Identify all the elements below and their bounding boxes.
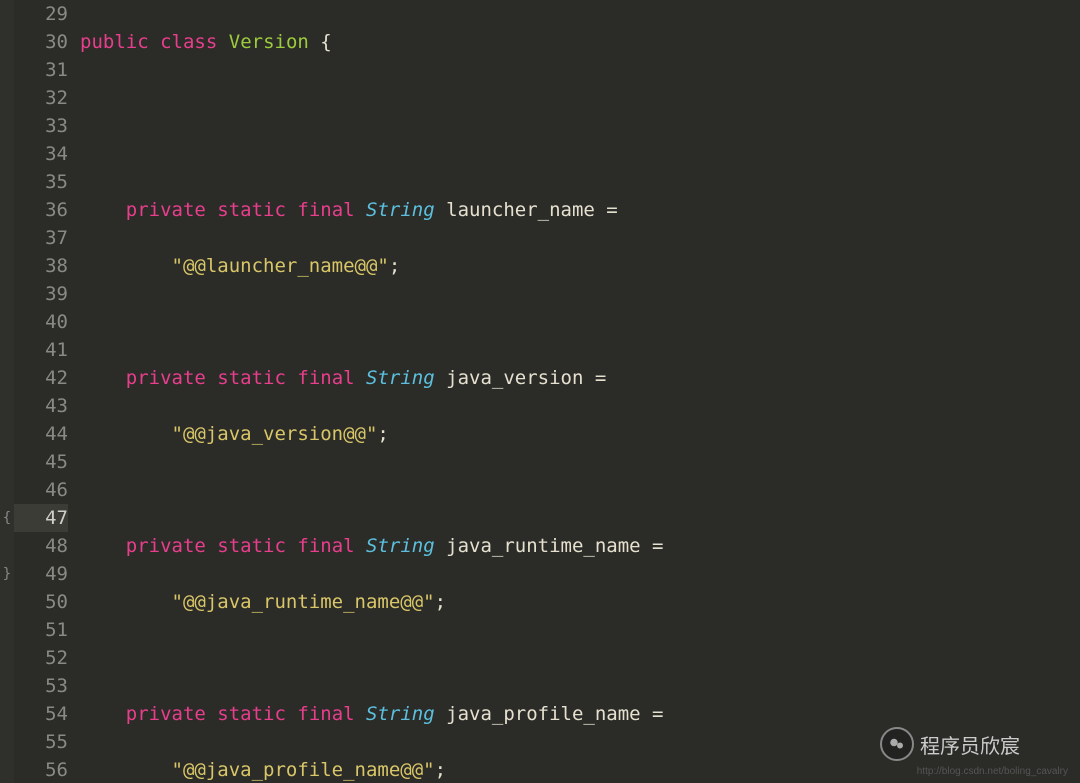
code-area[interactable]: public class Version { private static fi… xyxy=(80,0,1080,783)
line-number: 29 xyxy=(14,0,68,28)
line-number: 36 xyxy=(14,196,68,224)
line-number-gutter: 29 30 31 32 33 34 35 36 37 38 39 40 41 4… xyxy=(14,0,80,783)
line-number: 35 xyxy=(14,168,68,196)
code-line[interactable]: private static final String java_profile… xyxy=(80,700,1080,728)
line-number: 54 xyxy=(14,700,68,728)
watermark-badge: 程序员欣宸 xyxy=(880,727,1020,761)
line-number: 33 xyxy=(14,112,68,140)
code-line[interactable]: "@@java_version@@"; xyxy=(80,420,1080,448)
code-line[interactable]: "@@java_runtime_name@@"; xyxy=(80,588,1080,616)
code-line[interactable]: "@@launcher_name@@"; xyxy=(80,252,1080,280)
line-number: 42 xyxy=(14,364,68,392)
fold-marker-open[interactable]: { xyxy=(0,504,14,532)
line-number: 37 xyxy=(14,224,68,252)
code-line[interactable]: private static final String java_version… xyxy=(80,364,1080,392)
line-number: 44 xyxy=(14,420,68,448)
code-line[interactable] xyxy=(80,140,1080,168)
fold-marker-close[interactable]: } xyxy=(0,560,14,588)
code-line[interactable] xyxy=(80,476,1080,504)
line-number: 49 xyxy=(14,560,68,588)
line-number: 40 xyxy=(14,308,68,336)
line-number: 45 xyxy=(14,448,68,476)
line-number: 52 xyxy=(14,644,68,672)
line-number: 51 xyxy=(14,616,68,644)
line-number: 30 xyxy=(14,28,68,56)
line-number: 55 xyxy=(14,728,68,756)
code-line[interactable]: public class Version { xyxy=(80,28,1080,56)
code-line[interactable]: private static final String launcher_nam… xyxy=(80,196,1080,224)
code-line[interactable] xyxy=(80,308,1080,336)
watermark-badge-text: 程序员欣宸 xyxy=(920,730,1020,759)
line-number: 50 xyxy=(14,588,68,616)
watermark-url: http://blog.csdn.net/boling_cavalry xyxy=(917,766,1068,777)
line-number: 47 xyxy=(14,504,68,532)
line-number: 41 xyxy=(14,336,68,364)
line-number: 48 xyxy=(14,532,68,560)
code-line[interactable]: private static final String java_runtime… xyxy=(80,532,1080,560)
line-number: 46 xyxy=(14,476,68,504)
line-number: 38 xyxy=(14,252,68,280)
wechat-icon xyxy=(880,727,914,761)
line-number: 39 xyxy=(14,280,68,308)
code-line[interactable] xyxy=(80,644,1080,672)
line-number: 34 xyxy=(14,140,68,168)
line-number: 31 xyxy=(14,56,68,84)
fold-gutter: { } xyxy=(0,0,14,783)
line-number: 56 xyxy=(14,756,68,783)
code-line[interactable] xyxy=(80,84,1080,112)
line-number: 53 xyxy=(14,672,68,700)
code-editor[interactable]: { } 29 30 31 32 33 34 35 36 37 38 39 40 … xyxy=(0,0,1080,783)
line-number: 32 xyxy=(14,84,68,112)
line-number: 43 xyxy=(14,392,68,420)
